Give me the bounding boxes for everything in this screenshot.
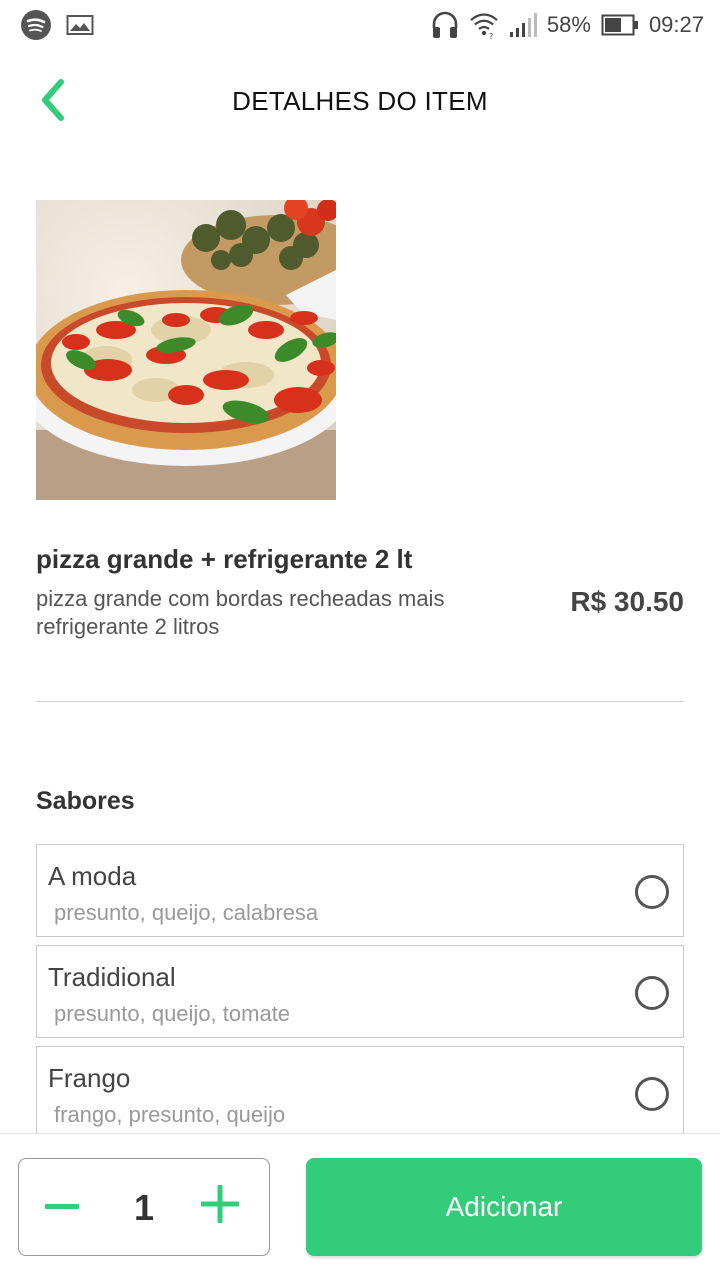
status-bar: ? 58% 09:27 [0,0,720,50]
svg-text:?: ? [489,32,493,40]
battery-percent: 58% [546,12,591,37]
status-right: ? 58% 09:27 [431,10,704,40]
flavor-ingredients: presunto, queijo, calabresa [54,900,319,925]
image-icon [66,13,94,37]
plus-icon [201,1184,239,1228]
radio-button[interactable] [635,976,669,1010]
flavor-ingredients: presunto, queijo, tomate [54,1001,291,1026]
headphones-icon [431,10,459,40]
section-title-flavors: Sabores [36,787,135,815]
product-name: pizza grande + refrigerante 2 lt [36,544,413,574]
page-title: DETALHES DO ITEM [232,86,488,116]
flavor-option[interactable]: A moda presunto, queijo, calabresa [36,844,684,937]
flavor-ingredients: frango, presunto, queijo [54,1102,286,1127]
flavor-name: A moda [48,861,137,891]
flavor-option[interactable]: Tradidional presunto, queijo, tomate [36,945,684,1038]
battery-icon [601,13,639,37]
quantity-stepper: 1 [18,1158,270,1256]
add-button[interactable]: Adicionar [306,1158,702,1256]
spotify-icon [20,9,52,41]
bottom-bar: 1 Adicionar [0,1133,720,1280]
flavor-name: Frango [48,1063,131,1093]
wifi-icon: ? [469,10,499,40]
status-time: 09:27 [648,12,704,37]
product-description: pizza grande com bordas recheadas mais r… [36,586,445,639]
product-price: R$ 30.50 [570,586,684,617]
header: DETALHES DO ITEM [0,60,720,144]
increase-quantity-button[interactable] [195,1181,245,1231]
flavor-name: Tradidional [48,962,176,992]
flavor-options: A moda presunto, queijo, calabresa Tradi… [36,844,684,1147]
product-image [36,200,336,500]
divider [36,701,684,702]
signal-icon [509,12,537,38]
radio-button[interactable] [635,875,669,909]
status-left [20,9,94,41]
radio-button[interactable] [635,1077,669,1111]
flavor-option[interactable]: Frango frango, presunto, queijo [36,1046,684,1139]
